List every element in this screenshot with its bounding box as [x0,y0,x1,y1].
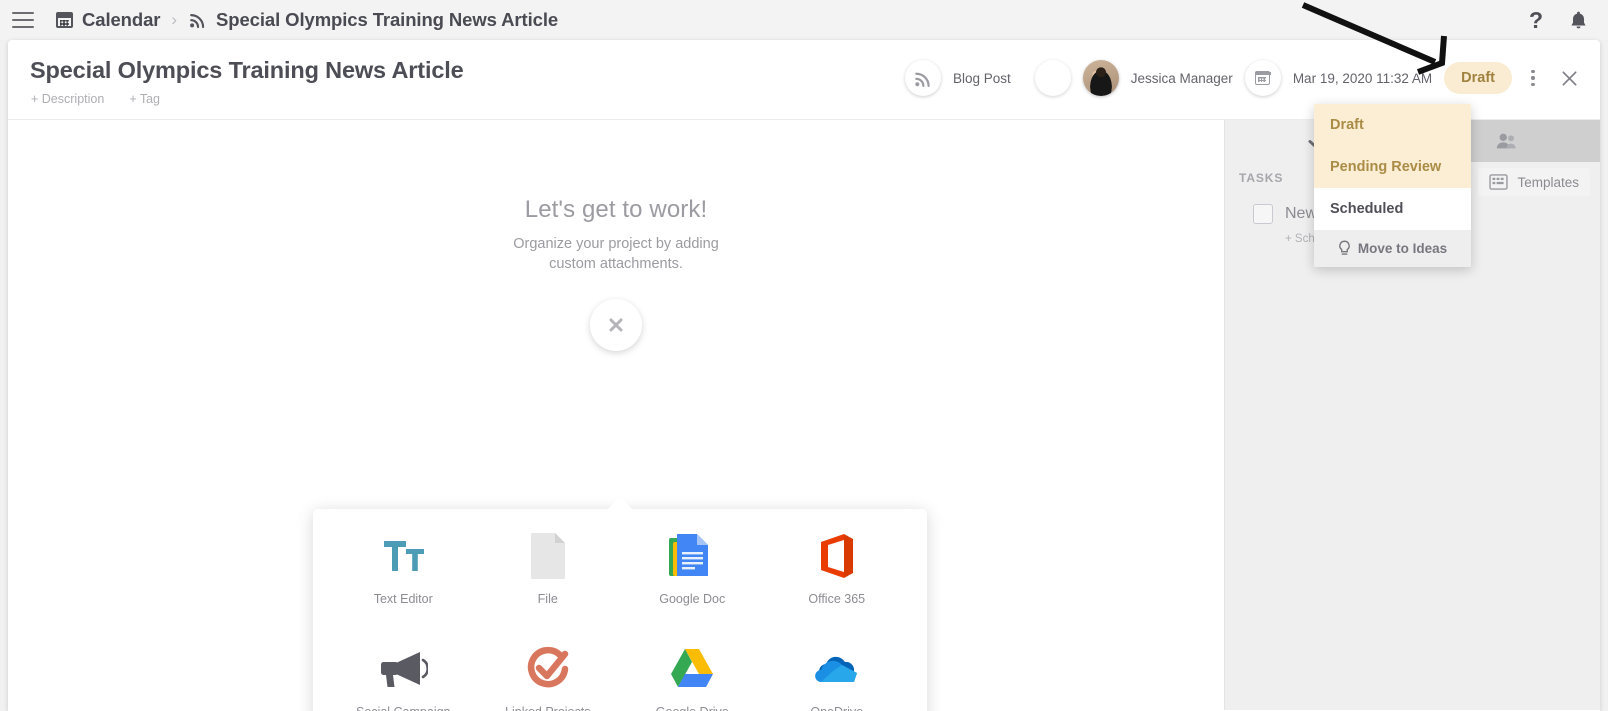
attachment-option-text-editor[interactable]: Text Editor [331,529,476,626]
megaphone-icon [378,642,429,696]
attachment-option-onedrive[interactable]: OneDrive [765,642,910,711]
close-icon[interactable] [1552,61,1586,95]
hamburger-icon[interactable] [12,12,34,28]
attachment-option-google-doc[interactable]: Google Doc [620,529,765,626]
attachment-label: File [537,592,558,606]
rss-icon [915,72,930,87]
add-attachment-toggle-button[interactable] [590,299,642,351]
empty-state-heading: Let's get to work! [524,196,708,223]
content-type-button[interactable] [904,60,941,96]
attachment-label: OneDrive [810,705,863,711]
attachment-option-google-drive[interactable]: Google Drive [620,642,765,711]
avatar[interactable] [1082,60,1119,96]
attachment-option-office-365[interactable]: Office 365 [765,529,910,626]
add-description-link[interactable]: + Description [31,92,104,106]
page-title: Special Olympics Training News Article [30,57,464,83]
breadcrumb-item-calendar[interactable]: Calendar [56,9,160,31]
card-meta-bar: Blog Post Jessica Manager Mar 19, 2020 1… [904,60,1586,96]
attachment-label: Office 365 [808,592,866,606]
move-to-ideas-button[interactable]: Move to Ideas [1314,230,1471,267]
sidebar-section-label: TASKS [1239,171,1284,185]
templates-label: Templates [1517,174,1579,190]
close-icon [609,318,623,332]
rss-icon [190,14,205,29]
breadcrumb-separator: › [171,10,178,29]
kebab-menu-icon[interactable] [1520,69,1546,87]
topbar-actions: ? [1529,8,1588,32]
date-label: Mar 19, 2020 11:32 AM [1292,70,1433,86]
breadcrumb: Calendar › Special Olympics Training New… [56,9,558,31]
calendar-icon [1254,71,1272,85]
attachment-label: Text Editor [373,592,433,606]
templates-icon [1489,174,1509,190]
people-icon [1497,133,1516,149]
attachment-popover: Text Editor File Google Doc Office 365 [313,497,927,711]
file-icon [529,529,567,583]
card-subactions: + Description + Tag [31,92,160,106]
status-badge[interactable]: Draft [1444,62,1512,94]
help-icon[interactable]: ? [1529,8,1543,32]
lightbulb-icon [1339,240,1350,255]
status-option-scheduled[interactable]: Scheduled [1314,188,1471,230]
attachment-option-social-campaign[interactable]: Social Campaign [331,642,476,711]
text-editor-icon [380,529,426,583]
move-to-ideas-label: Move to Ideas [1357,241,1448,256]
attachment-label: Google Drive [656,705,729,711]
breadcrumb-label-article: Special Olympics Training News Article [216,9,559,30]
google-drive-icon [668,642,716,696]
breadcrumb-item-article[interactable]: Special Olympics Training News Article [188,9,558,31]
content-type-label: Blog Post [952,70,1011,86]
office-365-icon [817,529,857,583]
app-root: Calendar › Special Olympics Training New… [0,0,1608,711]
onedrive-icon [812,642,862,696]
global-topbar: Calendar › Special Olympics Training New… [0,0,1608,40]
calendar-icon [56,12,73,28]
status-dropdown: Draft Pending Review Scheduled Move to I… [1314,104,1471,267]
bell-icon[interactable] [1569,10,1588,31]
attachment-grid: Text Editor File Google Doc Office 365 [313,509,927,711]
attachment-option-linked-projects[interactable]: Linked Projects [476,642,621,711]
status-option-pending-review[interactable]: Pending Review [1314,146,1471,188]
new-task-checkbox[interactable] [1253,204,1273,224]
attachment-option-file[interactable]: File [476,529,621,626]
breadcrumb-label-calendar: Calendar [82,9,161,30]
add-assignee-button[interactable] [1034,60,1071,96]
add-tag-link[interactable]: + Tag [129,92,160,106]
empty-state-body: Organize your project by adding custom a… [513,236,719,272]
status-option-draft[interactable]: Draft [1314,104,1471,146]
assignee-name: Jessica Manager [1130,70,1233,86]
google-doc-icon [667,529,717,583]
attachment-label: Social Campaign [356,705,451,711]
attachment-label: Linked Projects [505,705,590,711]
templates-button[interactable]: Templates [1478,168,1590,196]
linked-projects-icon [524,642,572,696]
attachment-label: Google Doc [659,592,726,606]
date-button[interactable] [1244,60,1281,96]
